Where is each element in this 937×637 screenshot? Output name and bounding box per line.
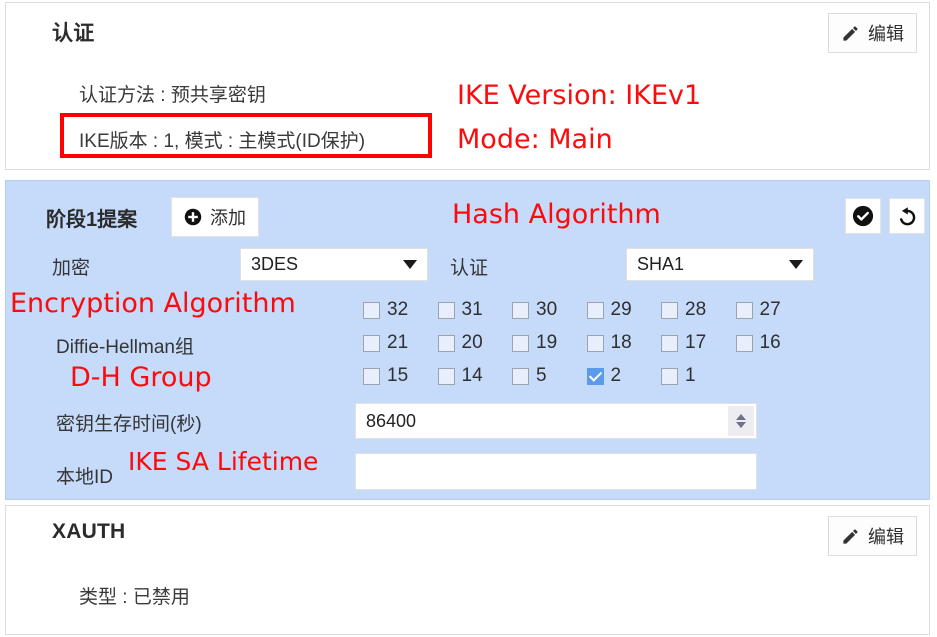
dh-group-checkbox-30[interactable]: 30 <box>512 299 557 321</box>
dh-group-checkbox-label: 14 <box>461 365 483 386</box>
lifetime-stepper[interactable] <box>728 406 754 436</box>
local-id-label: 本地ID <box>56 467 114 488</box>
annotation-ike-version: IKE Version: IKEv1 <box>457 80 702 111</box>
encryption-label: 加密 <box>52 258 91 279</box>
edit-authentication-button[interactable]: 编辑 <box>828 13 917 53</box>
checkbox-icon[interactable] <box>586 334 604 352</box>
checkbox-icon[interactable] <box>586 301 604 319</box>
dh-group-checkbox-32[interactable]: 32 <box>363 299 408 321</box>
apply-proposal-button[interactable] <box>845 198 881 234</box>
dh-group-checkbox-label: 19 <box>536 332 558 353</box>
dh-group-checkbox-14[interactable]: 14 <box>437 365 483 387</box>
lifetime-input[interactable]: 86400 <box>355 403 757 439</box>
dh-group-checkbox-1[interactable]: 1 <box>661 365 696 387</box>
checkbox-icon[interactable] <box>512 367 529 385</box>
auth-method-line: 认证方法 : 预共享密钥 <box>79 85 266 106</box>
dh-group-checkbox-label: 27 <box>759 299 781 320</box>
checkbox-icon[interactable] <box>363 301 380 319</box>
edit-authentication-label: 编辑 <box>868 24 904 44</box>
checkbox-icon[interactable] <box>363 367 380 385</box>
dh-group-checkbox-label: 2 <box>610 365 622 386</box>
undo-icon <box>899 207 916 226</box>
dh-group-checkbox-21[interactable]: 21 <box>363 332 408 354</box>
dh-group-checkbox-label: 30 <box>536 299 558 320</box>
pencil-icon <box>843 25 858 41</box>
checkbox-icon[interactable] <box>661 301 678 319</box>
add-proposal-label: 添加 <box>210 208 246 228</box>
hash-auth-label: 认证 <box>450 258 489 279</box>
annotation-hash-algorithm: Hash Algorithm <box>452 199 661 230</box>
dh-group-label: Diffie-Hellman组 <box>56 337 194 358</box>
annotation-ike-sa-lifetime: IKE SA Lifetime <box>128 447 319 476</box>
dh-group-checkbox-label: 28 <box>685 299 707 320</box>
chevron-down-icon <box>403 260 417 269</box>
dh-group-checkbox-15[interactable]: 15 <box>363 365 408 387</box>
dh-group-checkbox-label: 16 <box>759 332 781 353</box>
hash-auth-select[interactable]: SHA1 <box>626 248 814 281</box>
highlight-rectangle-ike-version <box>60 113 432 158</box>
dh-group-checkbox-label: 18 <box>610 332 632 353</box>
checkbox-icon[interactable] <box>512 334 529 352</box>
checkbox-icon[interactable] <box>437 367 455 385</box>
dh-group-checkbox-2[interactable]: 2 <box>586 365 622 387</box>
xauth-title: XAUTH <box>52 520 126 543</box>
checkbox-icon[interactable] <box>586 367 604 385</box>
dh-group-checkbox-label: 32 <box>387 299 409 320</box>
dh-group-checkbox-label: 31 <box>461 299 483 320</box>
checkbox-icon[interactable] <box>661 367 678 385</box>
add-proposal-button[interactable]: 添加 <box>171 197 259 237</box>
checkbox-icon[interactable] <box>437 334 455 352</box>
checkbox-icon[interactable] <box>512 301 529 319</box>
check-circle-icon <box>852 205 874 227</box>
checkbox-icon[interactable] <box>437 301 455 319</box>
dh-group-checkbox-27[interactable]: 27 <box>735 299 781 321</box>
checkbox-icon[interactable] <box>735 334 753 352</box>
dh-group-checkbox-18[interactable]: 18 <box>586 332 632 354</box>
xauth-section-card: XAUTH 编辑 类型 : 已禁用 <box>5 505 930 635</box>
dh-group-checkbox-label: 20 <box>461 332 483 353</box>
revert-proposal-button[interactable] <box>889 198 925 234</box>
local-id-input[interactable] <box>355 453 757 490</box>
dh-group-checkbox-label: 21 <box>387 332 409 353</box>
stepper-up-icon[interactable] <box>736 414 746 420</box>
edit-xauth-label: 编辑 <box>868 527 904 547</box>
dh-group-checkbox-29[interactable]: 29 <box>586 299 632 321</box>
xauth-type-line: 类型 : 已禁用 <box>79 587 190 608</box>
pencil-icon <box>843 528 858 544</box>
dh-group-checkbox-label: 1 <box>685 365 696 386</box>
edit-xauth-button[interactable]: 编辑 <box>828 516 917 556</box>
checkbox-icon[interactable] <box>363 334 380 352</box>
annotation-dh-group: D-H Group <box>70 362 212 393</box>
hash-auth-value: SHA1 <box>637 254 685 274</box>
dh-group-checkbox-label: 29 <box>610 299 632 320</box>
encryption-value: 3DES <box>251 254 299 274</box>
dh-group-checkbox-17[interactable]: 17 <box>661 332 706 354</box>
checkbox-icon[interactable] <box>661 334 678 352</box>
dh-group-checkbox-label: 5 <box>536 365 547 386</box>
checkbox-icon[interactable] <box>735 301 753 319</box>
dh-group-checkbox-31[interactable]: 31 <box>437 299 483 321</box>
stepper-down-icon[interactable] <box>736 422 746 428</box>
phase1-proposal-heading: 阶段1提案 <box>46 209 138 231</box>
dh-group-checkbox-19[interactable]: 19 <box>512 332 557 354</box>
annotation-mode: Mode: Main <box>457 124 613 155</box>
lifetime-value: 86400 <box>366 410 417 431</box>
ike-phase1-settings-page: 认证 编辑 认证方法 : 预共享密钥 IKE版本 : 1, 模式 : 主模式(I… <box>0 0 937 637</box>
dh-group-checkbox-20[interactable]: 20 <box>437 332 483 354</box>
encryption-select[interactable]: 3DES <box>240 248 428 281</box>
plus-circle-icon <box>184 208 202 226</box>
lifetime-label: 密钥生存时间(秒) <box>56 414 202 435</box>
page-title: 认证 <box>52 22 95 45</box>
dh-group-checkbox-16[interactable]: 16 <box>735 332 781 354</box>
dh-group-checkbox-28[interactable]: 28 <box>661 299 706 321</box>
dh-group-checkbox-5[interactable]: 5 <box>512 365 547 387</box>
dh-group-checkbox-label: 15 <box>387 365 409 386</box>
chevron-down-icon <box>789 260 803 269</box>
dh-group-checkbox-label: 17 <box>685 332 707 353</box>
annotation-encryption-algorithm: Encryption Algorithm <box>10 288 296 319</box>
